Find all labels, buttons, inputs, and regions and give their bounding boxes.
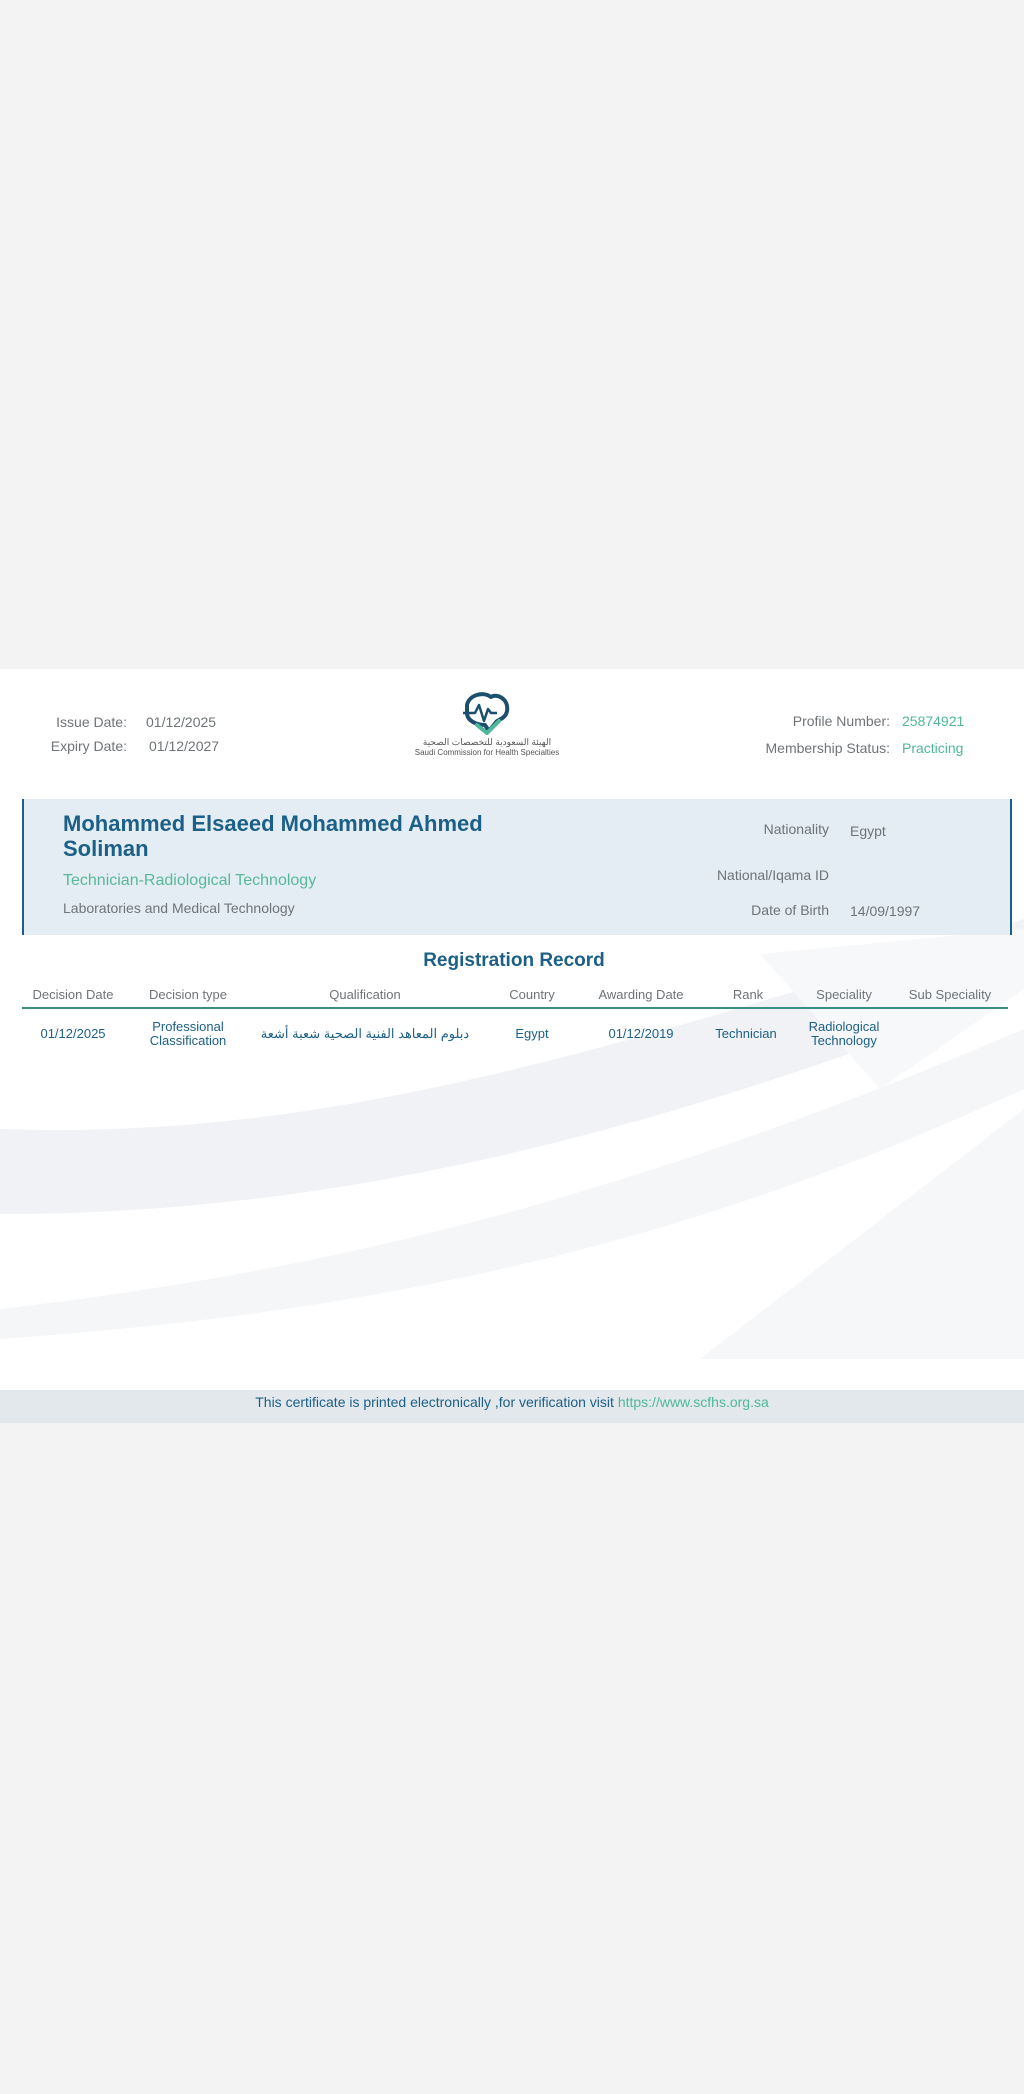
- footer-text: This certificate is printed electronical…: [255, 1394, 614, 1410]
- table-header-divider: [22, 1007, 1008, 1009]
- verification-footer: This certificate is printed electronical…: [0, 1390, 1024, 1423]
- professional-category: Laboratories and Medical Technology: [63, 900, 295, 916]
- col-decision-type: Decision type: [148, 987, 228, 1002]
- person-name: Mohammed Elsaeed Mohammed Ahmed Soliman: [63, 811, 483, 861]
- cell-speciality: Radiological Technology: [808, 1019, 880, 1048]
- col-decision-date: Decision Date: [32, 987, 114, 1002]
- job-title: Technician-Radiological Technology: [63, 872, 317, 889]
- cell-decision-date: 01/12/2025: [40, 1026, 106, 1041]
- nationality-label: Nationality: [763, 821, 829, 837]
- scfhs-logo: الهيئة السعودية للتخصصات الصحية Saudi Co…: [408, 691, 566, 758]
- personal-info-band: Mohammed Elsaeed Mohammed Ahmed Soliman …: [22, 799, 1012, 935]
- issue-date-label: Issue Date:: [56, 714, 127, 730]
- certificate: Issue Date: 01/12/2025 Expiry Date: 01/12/…: [0, 669, 1024, 1423]
- col-qualification: Qualification: [329, 987, 401, 1002]
- cell-country: Egypt: [515, 1026, 549, 1041]
- cell-rank: Technician: [715, 1026, 777, 1041]
- col-sub-speciality: Sub Speciality: [908, 987, 992, 1002]
- membership-status-value: Practicing: [902, 740, 964, 756]
- profile-number-value: 25874921: [902, 713, 965, 729]
- col-country: Country: [509, 987, 555, 1002]
- issue-date-value: 01/12/2025: [146, 714, 217, 730]
- membership-status-label: Membership Status:: [765, 740, 891, 756]
- cell-qualification: دبلوم المعاهد الفنية الصحية شعبة أشعة: [260, 1026, 470, 1041]
- profile-number-label: Profile Number:: [792, 713, 890, 729]
- registration-record-title: Registration Record: [423, 950, 605, 971]
- profile-block: Profile Number: 25874921 Membership Statu…: [765, 713, 965, 767]
- logo-english-text: Saudi Commission for Health Specialties: [414, 748, 560, 757]
- issue-expiry-block: Issue Date: 01/12/2025 Expiry Date: 01/12/…: [34, 714, 219, 762]
- scfhs-emblem-icon: [463, 692, 510, 735]
- national-id-label: National/Iqama ID: [716, 867, 829, 883]
- col-rank: Rank: [732, 987, 764, 1002]
- dob-label: Date of Birth: [751, 902, 829, 918]
- cell-decision-type: Professional Classification: [149, 1019, 227, 1048]
- col-awarding-date: Awarding Date: [598, 987, 684, 1002]
- logo-arabic-text: الهيئة السعودية للتخصصات الصحية: [422, 737, 552, 747]
- verification-link[interactable]: https://www.scfhs.org.sa: [618, 1394, 769, 1410]
- dob-value: 14/09/1997: [850, 903, 921, 919]
- nationality-value: Egypt: [850, 823, 886, 839]
- cell-awarding-date: 01/12/2019: [608, 1026, 674, 1041]
- expiry-date-label: Expiry Date:: [50, 738, 127, 754]
- col-speciality: Speciality: [816, 987, 872, 1002]
- expiry-date-value: 01/12/2027: [149, 738, 220, 754]
